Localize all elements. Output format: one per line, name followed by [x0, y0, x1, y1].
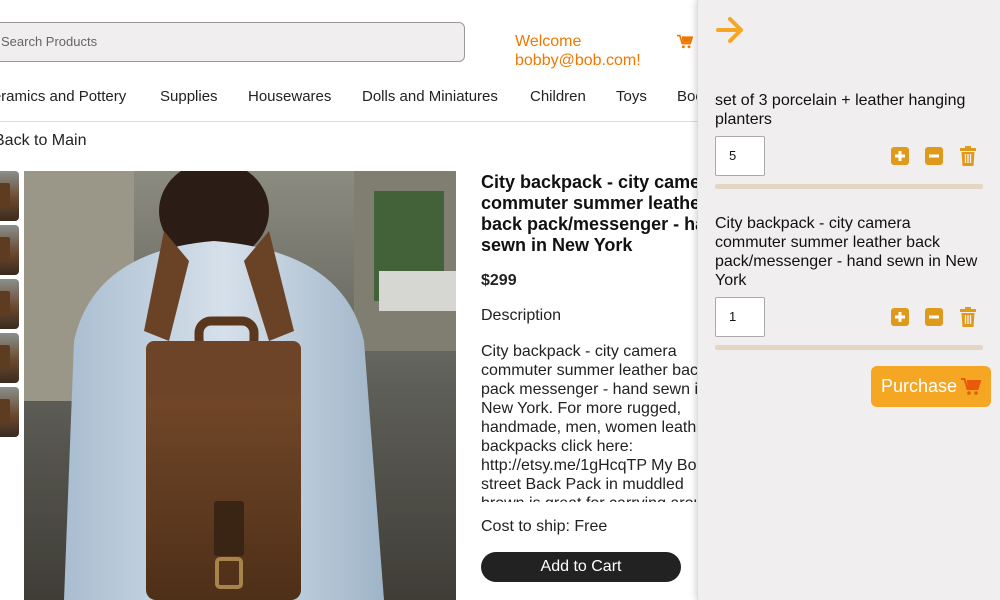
back-to-main-link[interactable]: Back to Main [0, 132, 86, 150]
nav-item-dolls[interactable]: Dolls and Miniatures [362, 88, 498, 105]
cart-item-divider [715, 345, 983, 350]
arrow-right-icon[interactable] [716, 16, 746, 44]
nav-item-toys[interactable]: Toys [616, 88, 647, 105]
add-to-cart-button[interactable]: Add to Cart [481, 552, 681, 582]
nav-item-supplies[interactable]: Supplies [160, 88, 218, 105]
product-thumbnail[interactable] [0, 171, 19, 221]
search-input[interactable]: Search Products [0, 22, 465, 62]
product-main-image [24, 171, 456, 600]
page: Search Products Welcome bobby@bob.com! C… [0, 0, 1000, 600]
description-label: Description [481, 307, 562, 324]
nav-item-ceramics[interactable]: Ceramics and Pottery [0, 88, 126, 105]
cart-icon [961, 378, 981, 395]
product-thumbnail[interactable] [0, 333, 19, 383]
product-thumbnail[interactable] [0, 279, 19, 329]
plus-square-icon[interactable] [890, 146, 910, 166]
product-photo [24, 171, 456, 600]
shipping-cost: Cost to ship: Free [481, 518, 608, 535]
nav-item-children[interactable]: Children [530, 88, 586, 105]
user-email: bobby@bob.com! [515, 52, 641, 69]
search-placeholder: Search Products [1, 34, 98, 49]
quantity-input[interactable]: 1 [715, 297, 765, 337]
minus-square-icon[interactable] [924, 146, 944, 166]
trash-icon[interactable] [958, 146, 978, 166]
trash-icon[interactable] [958, 307, 978, 327]
cart-icon[interactable] [677, 34, 693, 50]
product-price: $299 [481, 272, 517, 289]
welcome-label: Welcome [515, 33, 582, 50]
product-thumbnail[interactable] [0, 387, 19, 437]
cart-item-divider [715, 184, 983, 189]
cart-item-name: set of 3 porcelain + leather hanging pla… [715, 92, 966, 128]
quantity-input[interactable]: 5 [715, 136, 765, 176]
product-description: City backpack - city camera commuter sum… [481, 343, 720, 502]
minus-square-icon[interactable] [924, 307, 944, 327]
cart-item-name: City backpack - city camera commuter sum… [715, 215, 978, 289]
plus-square-icon[interactable] [890, 307, 910, 327]
product-thumbnail[interactable] [0, 225, 19, 275]
welcome-message: Welcome bobby@bob.com! [515, 32, 641, 70]
category-nav: Ceramics and Pottery Supplies Housewares… [0, 76, 719, 122]
purchase-label: Purchase [881, 376, 958, 396]
cart-panel: set of 3 porcelain + leather hanging pla… [697, 0, 1000, 600]
purchase-button[interactable]: Purchase [871, 366, 991, 407]
nav-item-housewares[interactable]: Housewares [248, 88, 331, 105]
